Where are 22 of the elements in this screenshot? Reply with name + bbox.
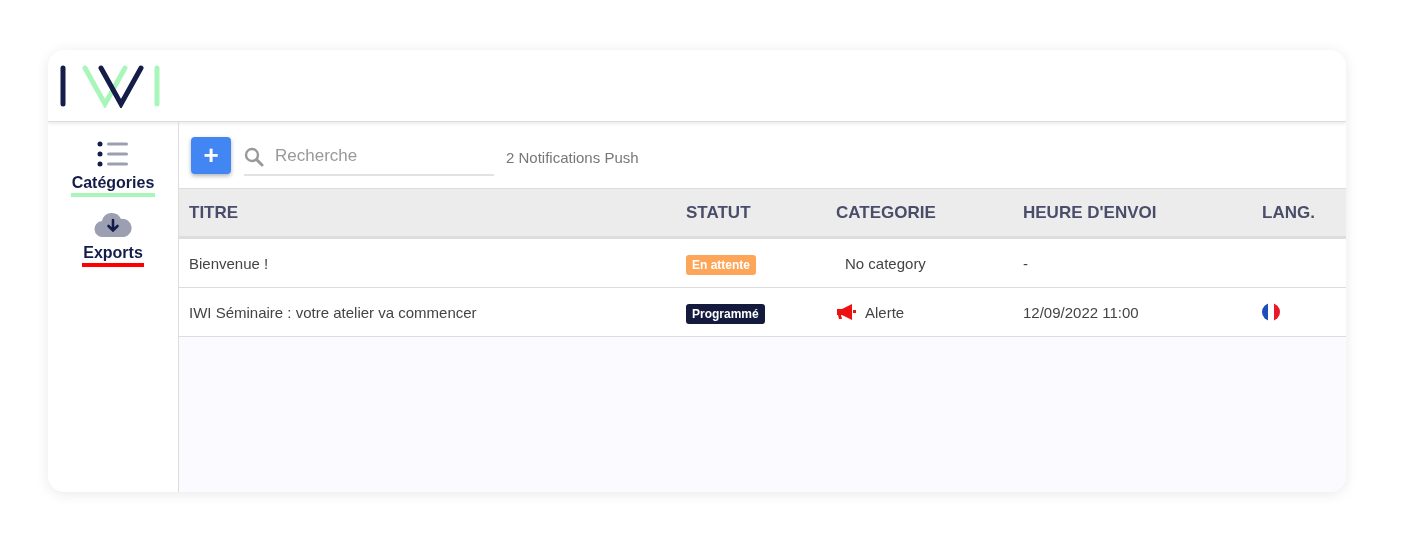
sidebar-link[interactable]: Catégories [70,174,156,197]
category-cell: Alerte [865,303,905,321]
title-cell: Bienvenue ! [189,254,269,272]
cloud-download-icon[interactable] [94,211,132,237]
column-header: TITRE [189,202,240,223]
status-badge: Programmé [686,303,765,324]
title-cell: IWI Séminaire : votre atelier va commencer [189,303,477,321]
search-icon [244,147,264,167]
date-cell: 12/09/2022 11:00 [1023,303,1139,321]
list-icon[interactable] [97,141,129,167]
add-button[interactable]: + [191,136,231,174]
column-header: CATEGORIE [836,202,937,223]
column-header: STATUT [686,202,752,223]
column-header: LANG. [1262,202,1316,223]
sidebar-link[interactable]: Exports [82,244,144,267]
status-badge: En attente [686,254,756,275]
category-cell: No category [845,254,926,272]
search-field[interactable]: Recherche [244,138,494,176]
megaphone-icon [836,304,856,320]
column-header: HEURE D'ENVOI [1023,202,1158,223]
notification-count: 2 Notifications Push [506,148,639,166]
date-cell: - [1023,254,1028,272]
